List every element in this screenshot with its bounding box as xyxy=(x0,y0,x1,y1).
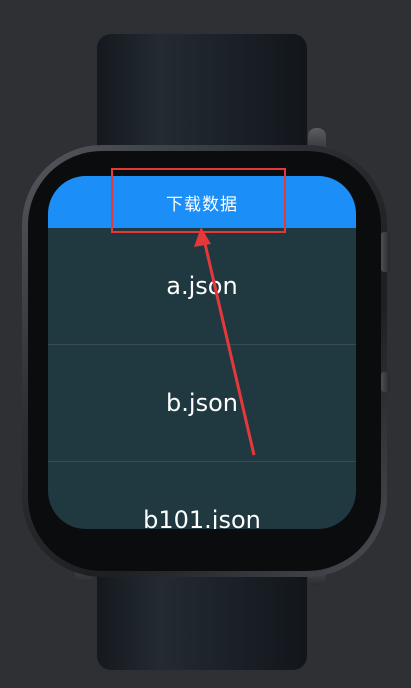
annotation-arrow-shaft xyxy=(201,234,256,456)
arrow-up-icon xyxy=(194,227,256,456)
annotation-arrow-head xyxy=(194,227,211,247)
